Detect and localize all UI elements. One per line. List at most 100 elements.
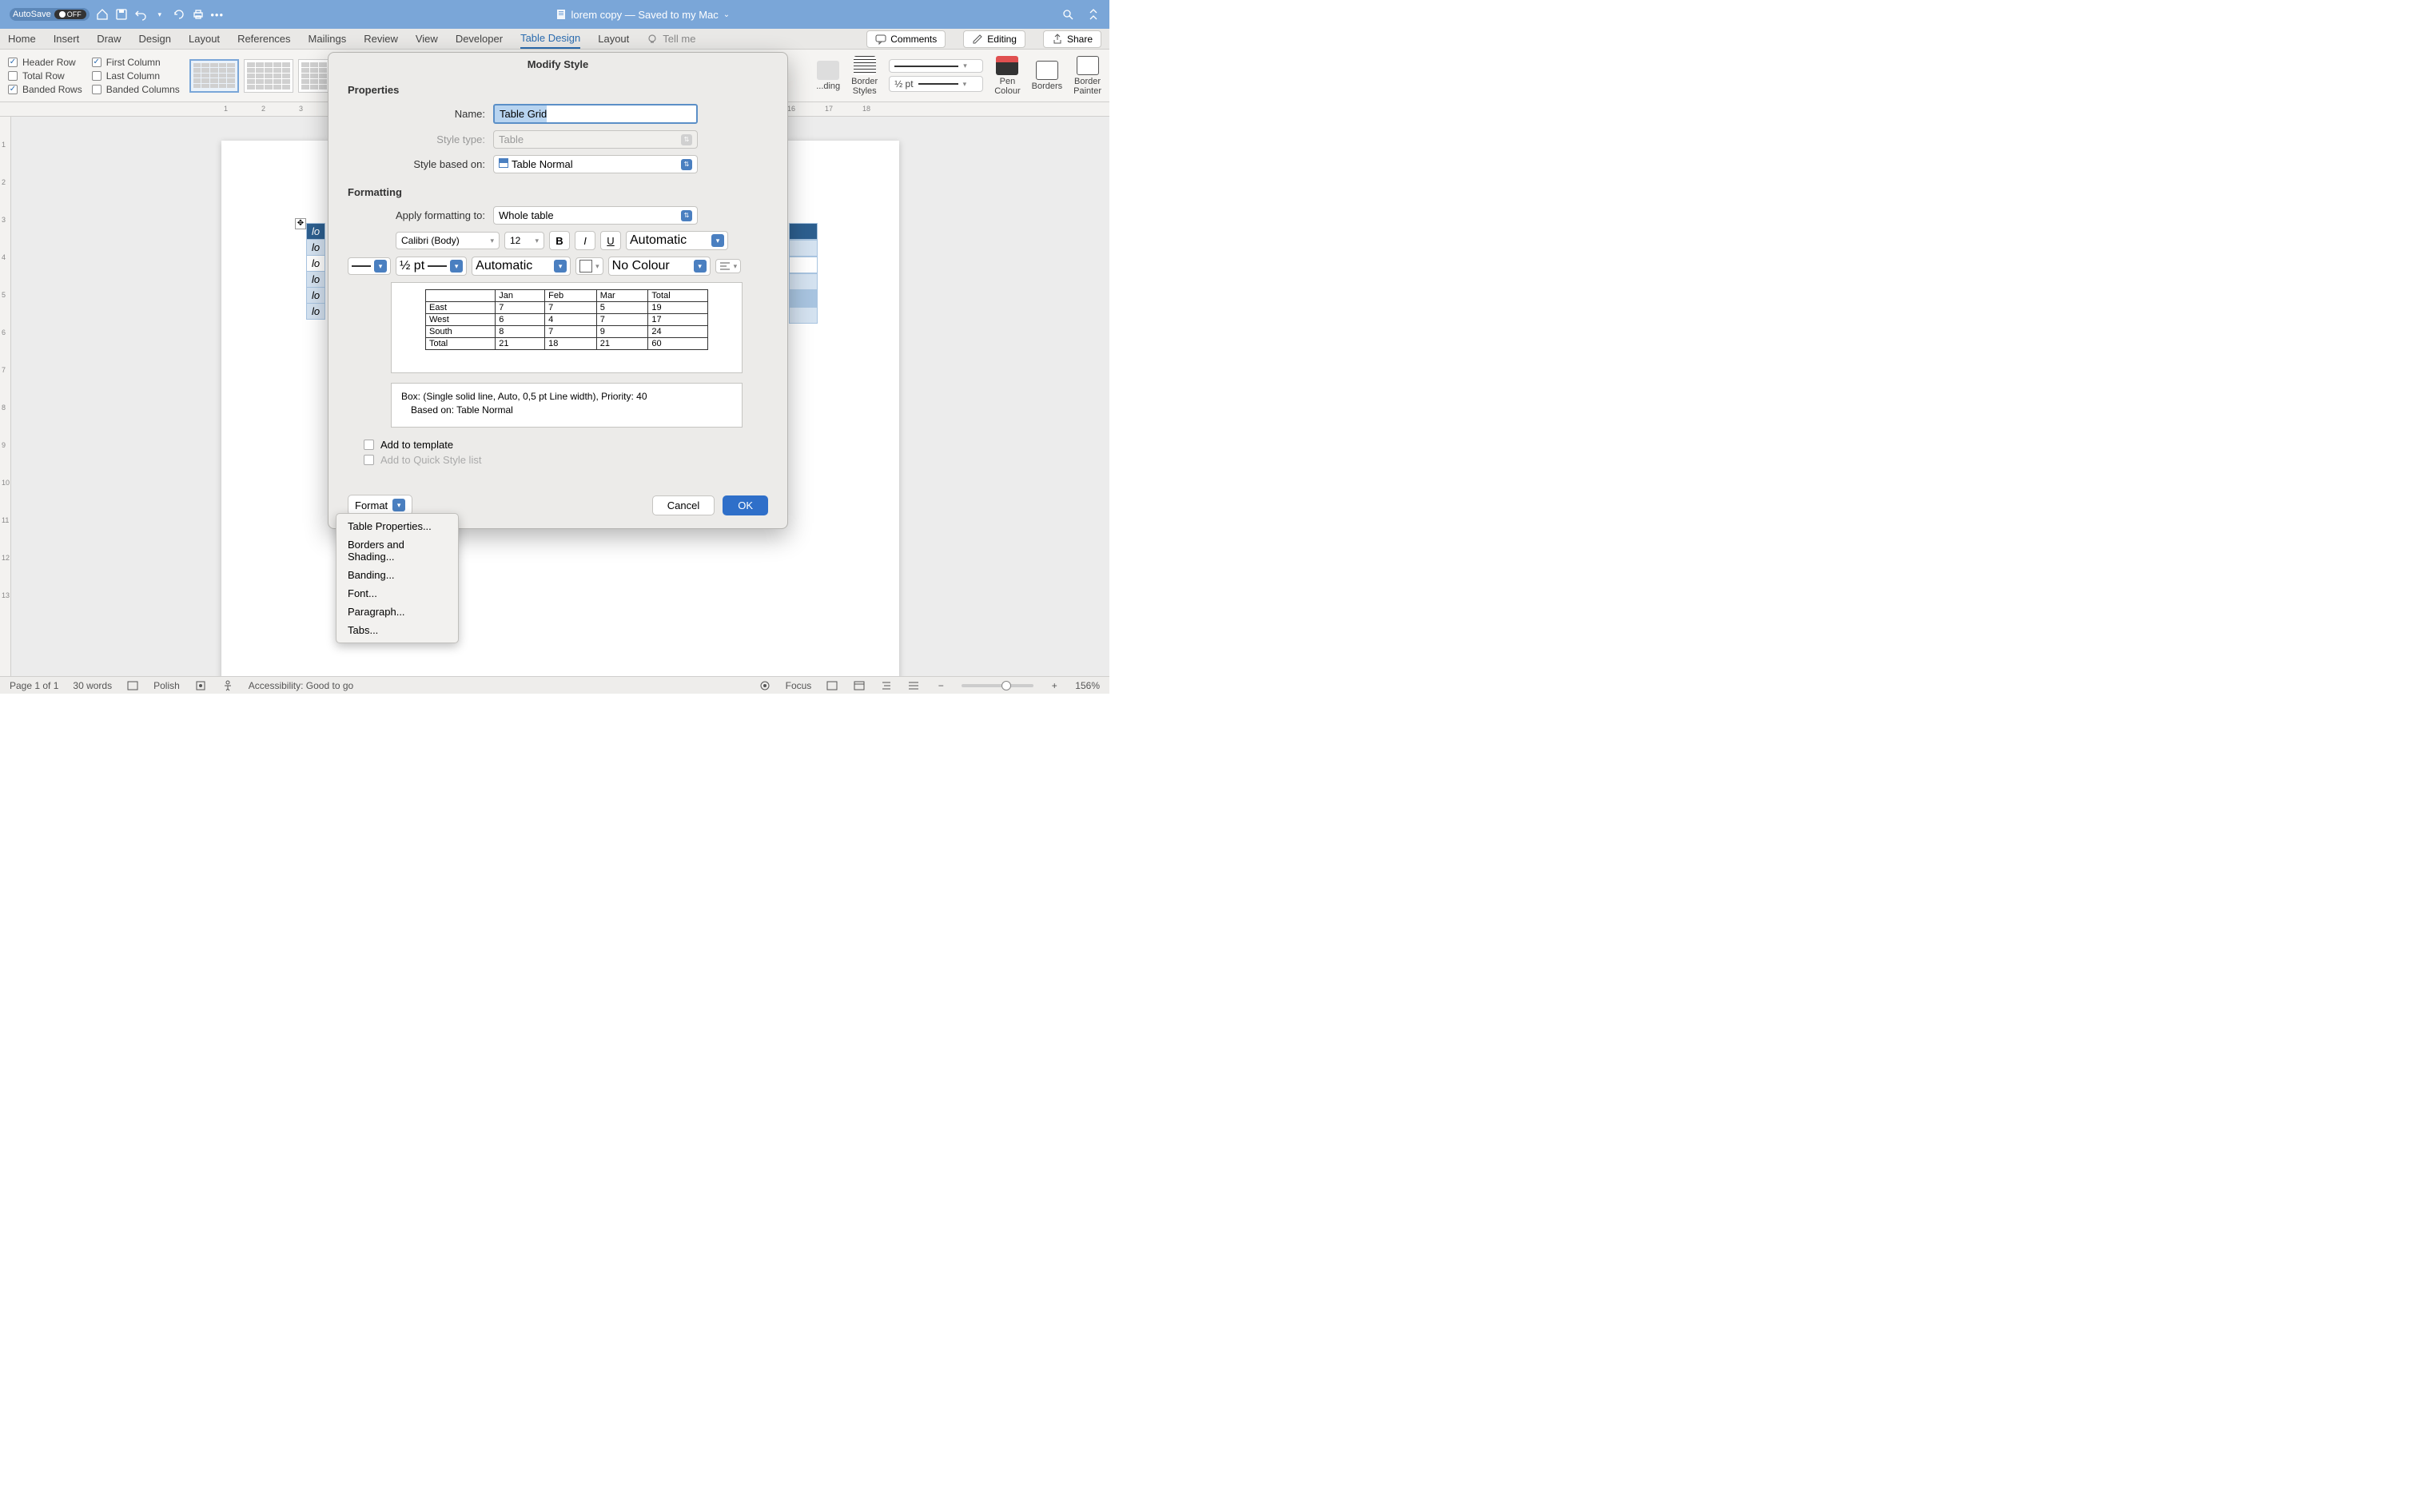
menu-banding[interactable]: Banding... xyxy=(336,566,458,584)
ribbon-toggle-icon[interactable] xyxy=(1087,8,1100,21)
undo-icon[interactable] xyxy=(134,8,147,21)
statusbar: Page 1 of 1 30 words Polish Accessibilit… xyxy=(0,676,1109,694)
zoom-out-icon[interactable]: − xyxy=(934,679,947,692)
align-combo[interactable]: ▾ xyxy=(715,259,742,273)
comments-button[interactable]: Comments xyxy=(866,30,946,48)
view-print-icon[interactable] xyxy=(826,679,838,692)
underline-button[interactable]: U xyxy=(600,231,621,250)
check-add-quickstyle: Add to Quick Style list xyxy=(364,454,768,466)
ok-button[interactable]: OK xyxy=(723,495,768,515)
tab-layout-2[interactable]: Layout xyxy=(598,30,629,48)
check-first-column[interactable]: First Column xyxy=(92,57,180,68)
apply-to-combo[interactable]: Whole table⇅ xyxy=(493,206,698,225)
menu-tabs[interactable]: Tabs... xyxy=(336,621,458,639)
ruler-vertical[interactable]: 12345678910111213 xyxy=(0,117,11,676)
tab-home[interactable]: Home xyxy=(8,30,36,48)
check-header-row[interactable]: Header Row xyxy=(8,57,82,68)
table-anchor-handle[interactable]: ✥ xyxy=(295,218,306,229)
bold-button[interactable]: B xyxy=(549,231,570,250)
style-type-combo: Table⇅ xyxy=(493,130,698,149)
document-icon xyxy=(555,9,567,20)
modify-style-dialog: Modify Style Properties Name: Style type… xyxy=(328,52,788,529)
style-based-combo[interactable]: Table Normal⇅ xyxy=(493,155,698,173)
fill-color-combo[interactable]: No Colour▾ xyxy=(608,257,711,276)
font-size-combo[interactable]: 12▾ xyxy=(504,232,544,249)
tab-developer[interactable]: Developer xyxy=(456,30,503,48)
font-name-combo[interactable]: Calibri (Body)▾ xyxy=(396,232,500,249)
tab-design[interactable]: Design xyxy=(139,30,171,48)
macro-record-icon[interactable] xyxy=(194,679,207,692)
tab-draw[interactable]: Draw xyxy=(97,30,121,48)
share-icon xyxy=(1052,34,1063,45)
menu-font[interactable]: Font... xyxy=(336,584,458,603)
apply-to-label: Apply formatting to: xyxy=(348,209,485,221)
view-draft-icon[interactable] xyxy=(907,679,920,692)
tab-references[interactable]: References xyxy=(237,30,290,48)
zoom-in-icon[interactable]: + xyxy=(1048,679,1061,692)
name-input[interactable] xyxy=(493,104,698,124)
borders-button[interactable]: Borders xyxy=(1032,61,1063,91)
tab-table-design[interactable]: Table Design xyxy=(520,29,580,49)
autosave-toggle[interactable]: AutoSave OFF xyxy=(10,8,90,21)
search-icon[interactable] xyxy=(1061,8,1074,21)
table-style-1[interactable] xyxy=(189,59,239,93)
preview-table: Jan Feb Mar Total East77519 West64717 So… xyxy=(425,289,708,350)
autosave-label: AutoSave xyxy=(13,10,51,19)
zoom-slider[interactable] xyxy=(962,684,1033,687)
sb-language[interactable]: Polish xyxy=(153,680,180,691)
shading-button[interactable]: ...ding xyxy=(816,61,840,91)
font-color-combo[interactable]: Automatic▾ xyxy=(626,231,728,250)
sb-zoom[interactable]: 156% xyxy=(1075,680,1100,691)
menu-borders-shading[interactable]: Borders and Shading... xyxy=(336,535,458,566)
name-label: Name: xyxy=(348,108,485,120)
print-icon[interactable] xyxy=(192,8,205,21)
undo-dropdown-icon[interactable]: ▾ xyxy=(153,8,166,21)
properties-heading: Properties xyxy=(348,84,768,96)
sb-page[interactable]: Page 1 of 1 xyxy=(10,680,58,691)
content-table[interactable]: lo lo lo lo lo lo xyxy=(306,223,325,320)
save-icon[interactable] xyxy=(115,8,128,21)
share-button[interactable]: Share xyxy=(1043,30,1101,48)
view-web-icon[interactable] xyxy=(853,679,866,692)
editing-button[interactable]: Editing xyxy=(963,30,1025,48)
tab-mailings[interactable]: Mailings xyxy=(309,30,347,48)
cancel-button[interactable]: Cancel xyxy=(652,495,715,515)
format-dropdown-menu: Table Properties... Borders and Shading.… xyxy=(336,513,459,643)
line-color-combo[interactable]: Automatic▾ xyxy=(472,257,571,276)
style-type-label: Style type: xyxy=(348,133,485,145)
sb-focus[interactable]: Focus xyxy=(786,680,812,691)
spellcheck-icon[interactable] xyxy=(126,679,139,692)
italic-button[interactable]: I xyxy=(575,231,595,250)
line-style-combo[interactable]: ▾ xyxy=(348,257,391,275)
borders-preset-combo[interactable]: ▾ xyxy=(575,257,603,275)
tell-me[interactable]: Tell me xyxy=(647,33,695,45)
pen-colour-button[interactable]: Pen Colour xyxy=(994,56,1020,96)
home-icon[interactable] xyxy=(96,8,109,21)
more-icon[interactable]: ••• xyxy=(211,8,224,21)
redo-icon[interactable] xyxy=(173,8,185,21)
border-painter-button[interactable]: Border Painter xyxy=(1073,56,1101,96)
focus-icon[interactable] xyxy=(759,679,771,692)
pen-style-dropdown[interactable]: ▾ xyxy=(889,59,983,73)
view-outline-icon[interactable] xyxy=(880,679,893,692)
style-based-label: Style based on: xyxy=(348,158,485,170)
tab-review[interactable]: Review xyxy=(364,30,398,48)
line-weight-combo[interactable]: ½ pt▾ xyxy=(396,257,467,276)
check-last-column[interactable]: Last Column xyxy=(92,70,180,82)
menu-table-properties[interactable]: Table Properties... xyxy=(336,517,458,535)
menu-paragraph[interactable]: Paragraph... xyxy=(336,603,458,621)
check-banded-columns[interactable]: Banded Columns xyxy=(92,84,180,95)
border-styles-button[interactable]: Border Styles xyxy=(851,56,878,96)
table-style-2[interactable] xyxy=(244,59,293,93)
title-dropdown-icon[interactable]: ⌄ xyxy=(723,10,730,19)
pen-weight-dropdown[interactable]: ½ pt▾ xyxy=(889,76,983,92)
tab-insert[interactable]: Insert xyxy=(54,30,80,48)
sb-accessibility[interactable]: Accessibility: Good to go xyxy=(249,680,353,691)
check-add-template[interactable]: Add to template xyxy=(364,439,768,451)
tab-layout[interactable]: Layout xyxy=(189,30,220,48)
tab-view[interactable]: View xyxy=(416,30,438,48)
check-banded-rows[interactable]: Banded Rows xyxy=(8,84,82,95)
check-total-row[interactable]: Total Row xyxy=(8,70,82,82)
chevron-down-icon: ▾ xyxy=(392,499,405,511)
sb-words[interactable]: 30 words xyxy=(73,680,112,691)
